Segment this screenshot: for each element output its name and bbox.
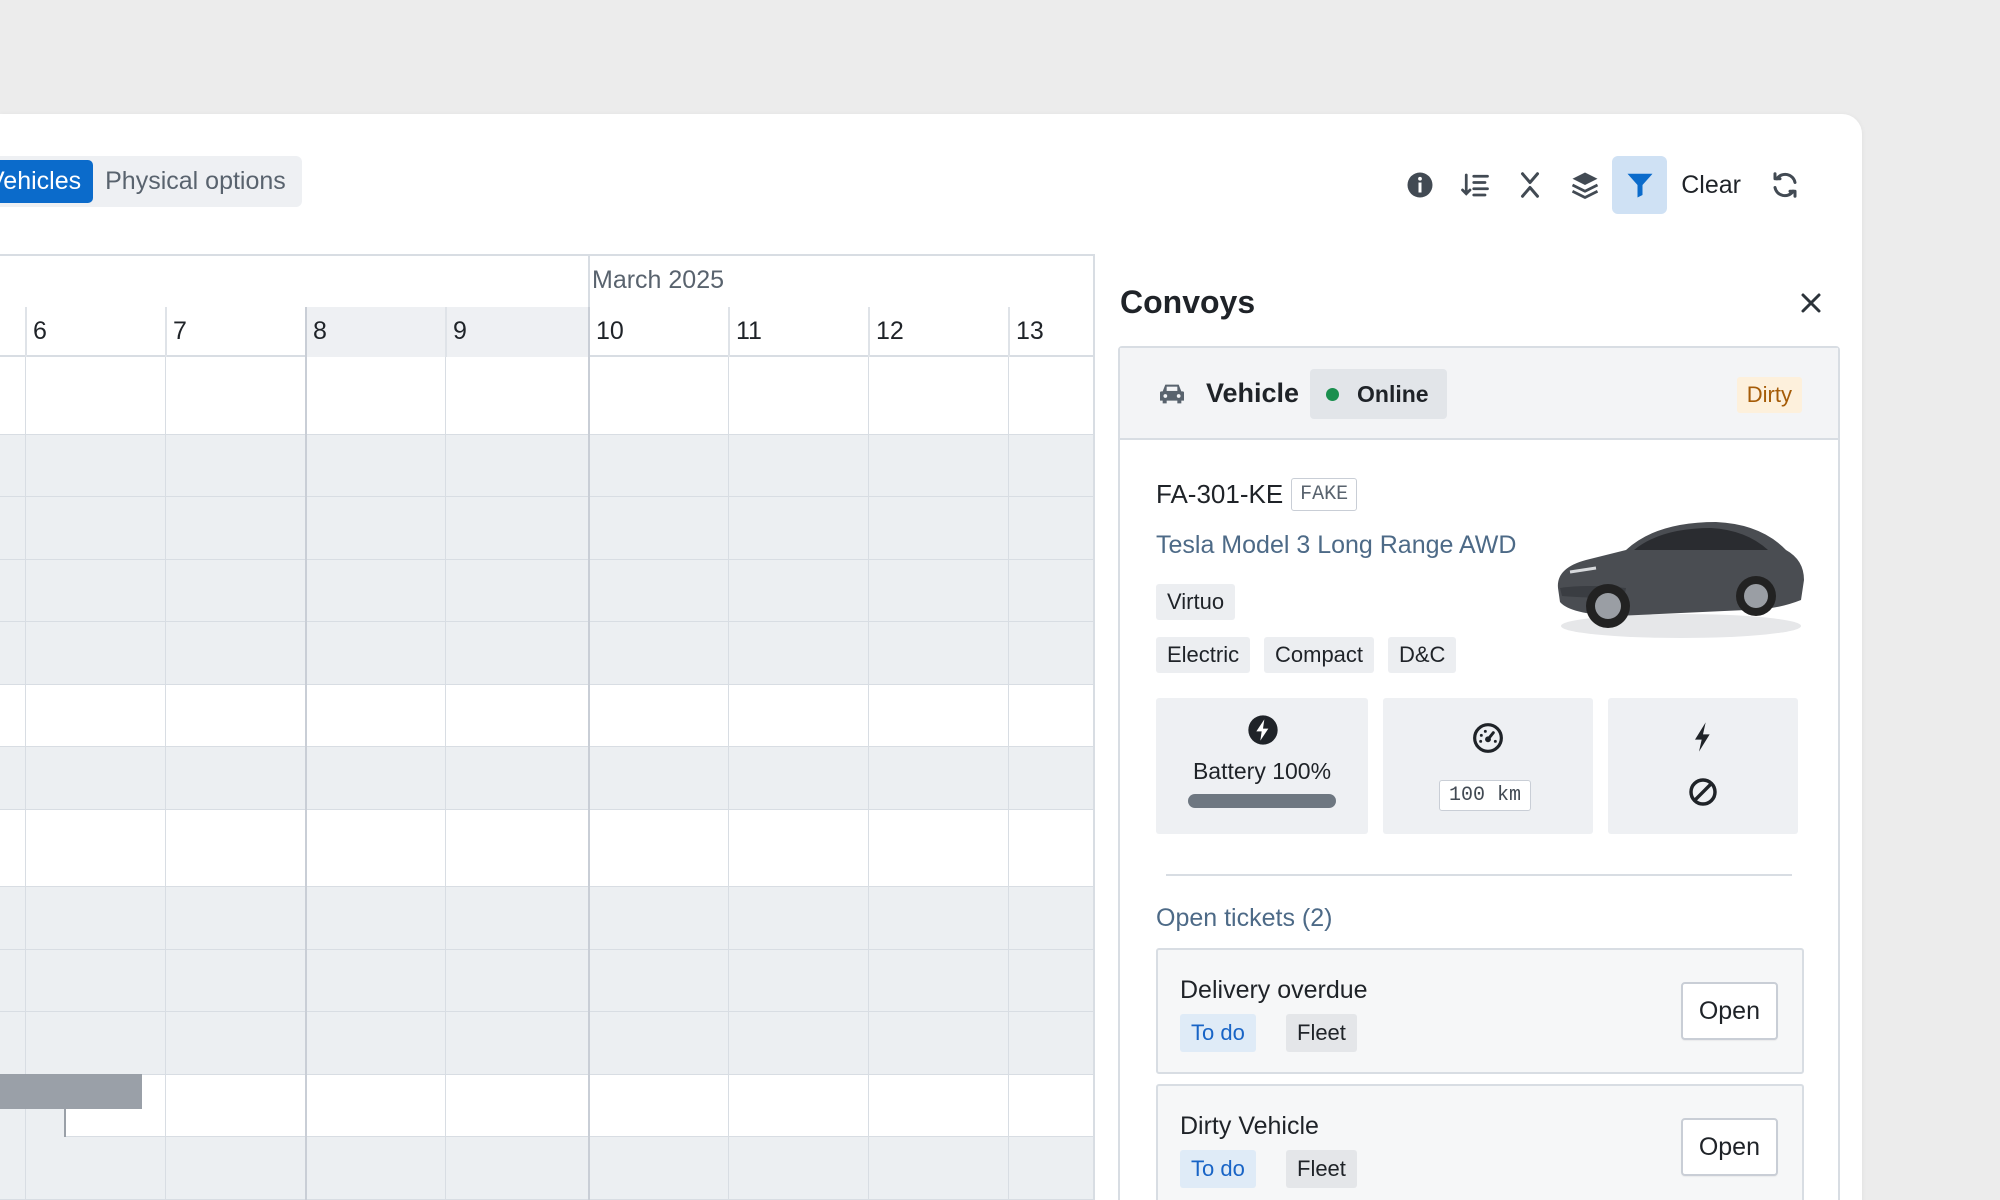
collapse-icon bbox=[1520, 172, 1539, 198]
sort-icon bbox=[1460, 173, 1489, 197]
ticket-category-badge: Fleet bbox=[1286, 1014, 1357, 1052]
ticket-card: Dirty Vehicle To do Fleet Open bbox=[1156, 1084, 1804, 1200]
day-column-12: 12 bbox=[868, 307, 1008, 357]
info-button[interactable] bbox=[1392, 156, 1447, 214]
close-icon bbox=[1801, 293, 1821, 313]
timeline-row[interactable] bbox=[0, 1075, 1093, 1137]
bolt-icon bbox=[1695, 722, 1710, 752]
vehicle-model-link[interactable]: Tesla Model 3 Long Range AWD bbox=[1156, 531, 1516, 560]
car-icon bbox=[1160, 384, 1184, 404]
clear-filters-button[interactable]: Clear bbox=[1667, 156, 1757, 214]
ticket-status-badge: To do bbox=[1180, 1150, 1256, 1188]
sort-button[interactable] bbox=[1447, 156, 1502, 214]
day-column-11: 11 bbox=[728, 307, 868, 357]
battery-label: Battery 100% bbox=[1192, 758, 1332, 784]
status-label: Online bbox=[1357, 380, 1429, 407]
timeline-row[interactable] bbox=[0, 497, 1093, 560]
charging-stat bbox=[1608, 698, 1798, 834]
prohibited-icon bbox=[1689, 778, 1717, 806]
tab-physical-options[interactable]: Physical options bbox=[93, 160, 298, 203]
timeline-row[interactable] bbox=[0, 1012, 1093, 1075]
close-panel-button[interactable] bbox=[1794, 286, 1828, 320]
timeline-row[interactable] bbox=[0, 887, 1093, 950]
vehicle-card-header: Vehicle Online Dirty bbox=[1120, 348, 1838, 440]
layers-icon bbox=[1571, 172, 1598, 199]
vehicle-card: Vehicle Online Dirty FA-301-KE FAKE Tesl… bbox=[1118, 346, 1840, 1200]
timeline-row[interactable] bbox=[0, 560, 1093, 622]
tab-vehicles[interactable]: Vehicles bbox=[0, 160, 94, 203]
month-divider bbox=[588, 256, 590, 308]
battery-charge-icon bbox=[1248, 715, 1278, 745]
app-window: Vehicles Physical options Clear March 20… bbox=[0, 114, 1862, 1200]
ticket-category-badge: Fleet bbox=[1286, 1150, 1357, 1188]
battery-progress-bar bbox=[1188, 794, 1336, 808]
day-column-13: 13 bbox=[1008, 307, 1093, 357]
timeline-row[interactable] bbox=[0, 747, 1093, 810]
open-ticket-button[interactable]: Open bbox=[1680, 1118, 1778, 1176]
convoys-panel: Convoys Vehicle Online Dirty FA-301-KE F… bbox=[1118, 254, 1840, 1200]
day-column-7: 7 bbox=[165, 307, 305, 357]
tag-electric: Electric bbox=[1156, 637, 1251, 673]
vehicle-image bbox=[1557, 522, 1804, 638]
day-column-6: 6 bbox=[25, 307, 165, 357]
range-value: 100 km bbox=[1439, 780, 1532, 811]
timeline-row[interactable] bbox=[0, 810, 1093, 887]
vehicle-card-title: Vehicle bbox=[1206, 378, 1300, 408]
timeline-row[interactable] bbox=[0, 435, 1093, 497]
status-dot-icon bbox=[1326, 387, 1339, 401]
month-label: March 2025 bbox=[592, 266, 725, 294]
battery-stat: Battery 100% bbox=[1156, 698, 1368, 834]
collapse-button[interactable] bbox=[1502, 156, 1557, 214]
refresh-icon bbox=[1773, 172, 1796, 198]
tag-dc: D&C bbox=[1388, 637, 1457, 673]
view-switcher: Vehicles Physical options bbox=[0, 156, 302, 207]
online-status: Online bbox=[1310, 369, 1447, 419]
tag-compact: Compact bbox=[1264, 637, 1375, 673]
day-header: 6 7 8 9 10 11 12 13 bbox=[0, 307, 1093, 357]
timeline-row[interactable] bbox=[0, 357, 1093, 435]
section-divider bbox=[1166, 874, 1792, 876]
brand-tag: Virtuo bbox=[1156, 584, 1236, 620]
day-column-8: 8 bbox=[305, 307, 445, 357]
timeline-row[interactable] bbox=[0, 622, 1093, 685]
ticket-status-badge: To do bbox=[1180, 1014, 1256, 1052]
open-tickets-title: Open tickets (2) bbox=[1156, 904, 1333, 932]
open-ticket-button[interactable]: Open bbox=[1680, 982, 1778, 1040]
timeline-row[interactable] bbox=[0, 685, 1093, 747]
booking-bar[interactable] bbox=[0, 1074, 142, 1109]
filter-button[interactable] bbox=[1612, 156, 1668, 214]
timeline-calendar: March 2025 6 7 8 9 10 11 12 13 bbox=[0, 254, 1095, 1200]
dirty-badge: Dirty bbox=[1736, 377, 1802, 413]
ticket-title: Dirty Vehicle bbox=[1180, 1112, 1319, 1140]
mileage-stat: 100 km bbox=[1383, 698, 1593, 834]
ticket-card: Delivery overdue To do Fleet Open bbox=[1156, 948, 1804, 1074]
fake-badge: FAKE bbox=[1291, 478, 1358, 511]
timeline-row[interactable] bbox=[0, 950, 1093, 1012]
panel-title: Convoys bbox=[1120, 284, 1256, 320]
ticket-title: Delivery overdue bbox=[1180, 976, 1368, 1004]
day-column-9: 9 bbox=[445, 307, 588, 357]
info-icon bbox=[1407, 172, 1433, 198]
timeline-row[interactable] bbox=[0, 1137, 1093, 1200]
toolbar-actions: Clear bbox=[1392, 156, 1812, 214]
filter-icon bbox=[1627, 173, 1653, 198]
license-plate: FA-301-KE FAKE bbox=[1156, 478, 1358, 511]
speedometer-icon bbox=[1473, 723, 1503, 753]
plate-number: FA-301-KE bbox=[1156, 479, 1284, 509]
refresh-button[interactable] bbox=[1757, 156, 1812, 214]
day-column-10: 10 bbox=[588, 307, 728, 357]
layers-button[interactable] bbox=[1557, 156, 1612, 214]
